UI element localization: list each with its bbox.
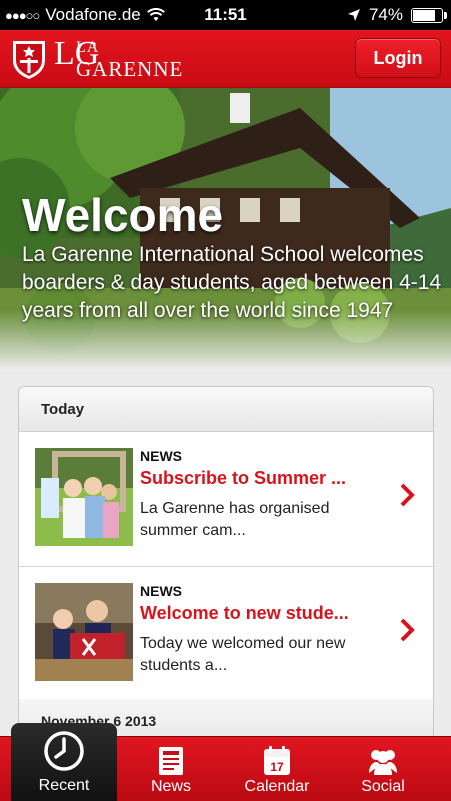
logo-line-1: LA — [76, 39, 100, 56]
hero-banner: Welcome La Garenne International School … — [0, 88, 451, 370]
tab-label: News — [150, 778, 191, 795]
news-thumbnail — [35, 448, 133, 546]
clock-icon — [44, 731, 84, 771]
tab-social[interactable]: Social — [330, 737, 436, 801]
news-excerpt: La Garenne has organised summer cam... — [140, 500, 330, 539]
news-excerpt: Today we welcomed our new students a... — [140, 635, 346, 674]
battery-percent: 74% — [368, 5, 403, 24]
news-feed: Today NEWS Subscribe to Summer ... La Ga… — [18, 386, 434, 748]
tab-label: Social — [361, 778, 405, 795]
calendar-icon: 17 — [264, 746, 290, 775]
chevron-right-icon — [400, 483, 415, 507]
news-thumbnail — [35, 583, 133, 681]
tab-bar: Recent News 17 Calendar Social — [0, 723, 451, 801]
login-button[interactable]: Login — [355, 38, 441, 78]
news-title: Welcome to new stude... — [140, 603, 349, 623]
list-item[interactable]: NEWS Subscribe to Summer ... La Garenne … — [19, 432, 433, 567]
newspaper-icon — [159, 747, 183, 775]
school-crest-icon — [13, 41, 45, 79]
news-category: NEWS — [140, 583, 182, 599]
welcome-text: La Garenne International School welcomes… — [22, 243, 442, 322]
tab-recent[interactable]: Recent — [11, 723, 117, 801]
tab-label: Calendar — [244, 778, 310, 795]
list-item[interactable]: NEWS Welcome to new stude... Today we we… — [19, 567, 433, 702]
status-bar: ●●●○○ Vodafone.de 11:51 74% — [0, 0, 451, 30]
location-arrow-icon — [347, 9, 360, 21]
tab-calendar[interactable]: 17 Calendar — [224, 737, 330, 801]
chevron-right-icon — [400, 618, 415, 642]
news-category: NEWS — [140, 448, 182, 464]
tab-news[interactable]: News — [118, 737, 224, 801]
people-icon — [369, 750, 397, 775]
tab-label: Recent — [38, 777, 90, 794]
app-header: LG LA GARENNE Login — [0, 30, 451, 88]
welcome-title: Welcome — [22, 189, 224, 241]
logo-line-2: GARENNE — [76, 57, 184, 81]
calendar-day-number: 17 — [270, 760, 284, 774]
news-title: Subscribe to Summer ... — [140, 468, 347, 488]
battery-icon — [411, 7, 447, 23]
section-header-today: Today — [19, 387, 433, 432]
